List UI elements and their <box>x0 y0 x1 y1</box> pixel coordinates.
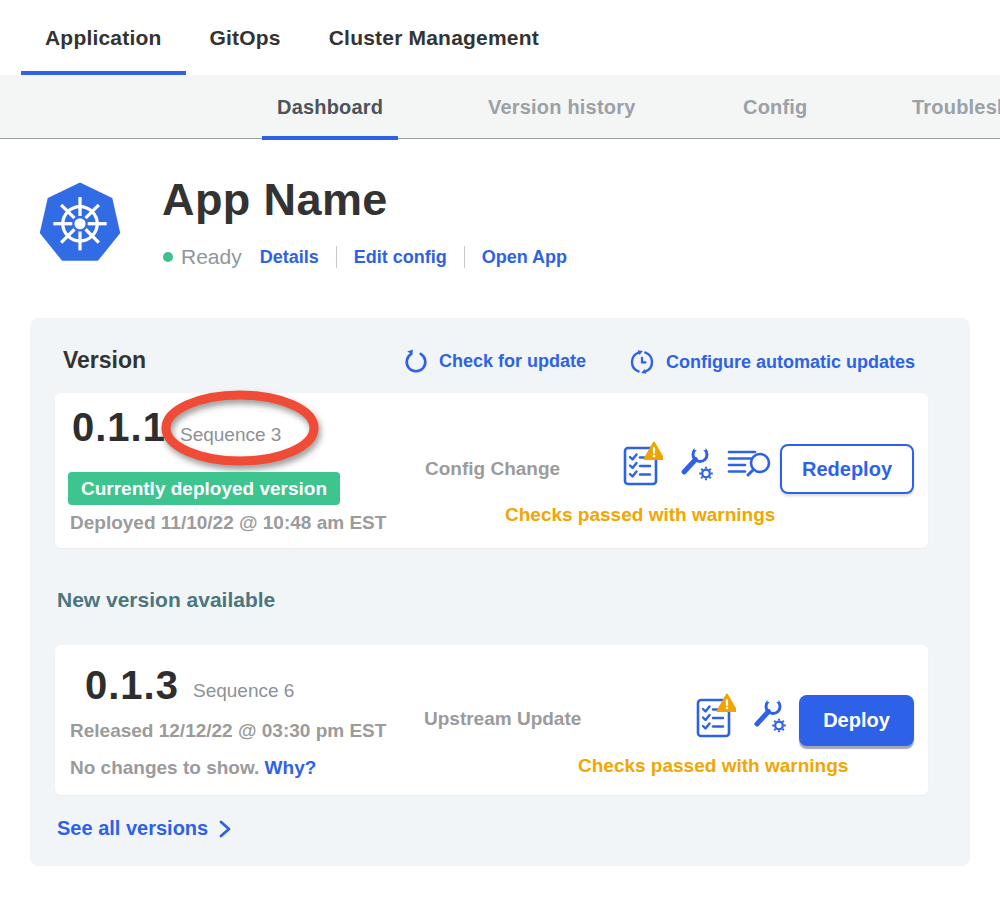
top-tab-cluster-management[interactable]: Cluster Management <box>305 0 563 75</box>
available-version-number: 0.1.3 <box>85 663 179 708</box>
version-panel: Version Check for update Configure autom… <box>30 318 970 866</box>
deployed-badge: Currently deployed version <box>68 472 340 505</box>
sub-tab-dashboard-label: Dashboard <box>277 96 383 119</box>
current-version-number: 0.1.1 <box>72 405 166 450</box>
top-tab-application-label: Application <box>45 26 162 50</box>
released-timestamp: Released 12/12/22 @ 03:30 pm EST <box>70 720 386 742</box>
wrench-gear-icon[interactable] <box>748 695 788 737</box>
open-app-link[interactable]: Open App <box>482 247 567 268</box>
sub-tab-version-history[interactable]: Version history <box>473 75 651 139</box>
status-dot <box>163 252 173 262</box>
why-link[interactable]: Why? <box>265 757 317 778</box>
page-title: App Name <box>162 174 388 226</box>
sub-tab-troubleshoot[interactable]: Troubleshoot <box>897 75 1000 139</box>
current-sequence: Sequence 3 <box>180 424 281 446</box>
version-panel-title: Version <box>63 347 146 374</box>
current-change-type: Config Change <box>425 458 560 480</box>
available-change-type: Upstream Update <box>424 708 581 730</box>
chevron-right-icon <box>218 819 232 839</box>
available-version-card: 0.1.3 Sequence 6 Released 12/12/22 @ 03:… <box>55 645 928 795</box>
sub-tab-dashboard[interactable]: Dashboard <box>262 75 398 139</box>
refresh-icon <box>403 348 429 374</box>
app-status-row: Ready Details Edit config Open App <box>163 244 567 270</box>
top-tab-cluster-management-label: Cluster Management <box>329 26 539 50</box>
no-changes-text: No changes to show. Why? <box>70 757 316 779</box>
sub-tab-version-history-label: Version history <box>488 96 636 119</box>
top-tab-application[interactable]: Application <box>21 0 186 75</box>
available-sequence: Sequence 6 <box>193 680 294 702</box>
new-version-heading: New version available <box>57 588 275 612</box>
wrench-gear-icon[interactable] <box>675 443 715 485</box>
log-search-icon[interactable] <box>727 445 773 483</box>
available-check-icons <box>696 693 788 739</box>
check-for-update-link[interactable]: Check for update <box>403 348 586 374</box>
top-tab-gitops[interactable]: GitOps <box>186 0 305 75</box>
see-all-versions-label: See all versions <box>57 817 208 840</box>
sub-nav: Dashboard Version history Config Trouble… <box>0 75 1000 139</box>
app-page: Application GitOps Cluster Management Da… <box>0 0 1000 898</box>
see-all-versions-link[interactable]: See all versions <box>57 817 232 840</box>
sub-tab-config[interactable]: Config <box>728 75 823 139</box>
top-nav: Application GitOps Cluster Management <box>0 0 1000 75</box>
auto-update-clock-icon <box>628 348 656 376</box>
current-checks-status: Checks passed with warnings <box>505 504 775 526</box>
sub-tab-config-label: Config <box>743 96 808 119</box>
check-for-update-label: Check for update <box>439 351 586 372</box>
checklist-warning-icon[interactable] <box>696 693 736 739</box>
status-text: Ready <box>181 245 242 269</box>
no-changes-label: No changes to show. <box>70 757 259 778</box>
deploy-button[interactable]: Deploy <box>799 695 914 746</box>
top-tab-gitops-label: GitOps <box>210 26 281 50</box>
redeploy-button[interactable]: Redeploy <box>780 444 914 494</box>
configure-auto-updates-link[interactable]: Configure automatic updates <box>628 348 915 376</box>
sub-tab-troubleshoot-label: Troubleshoot <box>912 96 1000 119</box>
separator <box>336 246 337 268</box>
current-version-card: 0.1.1 Sequence 3 Currently deployed vers… <box>55 393 928 548</box>
details-link[interactable]: Details <box>260 247 319 268</box>
separator <box>464 246 465 268</box>
configure-auto-updates-label: Configure automatic updates <box>666 352 915 373</box>
checklist-warning-icon[interactable] <box>623 441 663 487</box>
edit-config-link[interactable]: Edit config <box>354 247 447 268</box>
deployed-timestamp: Deployed 11/10/22 @ 10:48 am EST <box>70 512 386 534</box>
available-checks-status: Checks passed with warnings <box>578 755 848 777</box>
current-check-icons <box>623 441 773 487</box>
kubernetes-logo <box>37 179 123 265</box>
